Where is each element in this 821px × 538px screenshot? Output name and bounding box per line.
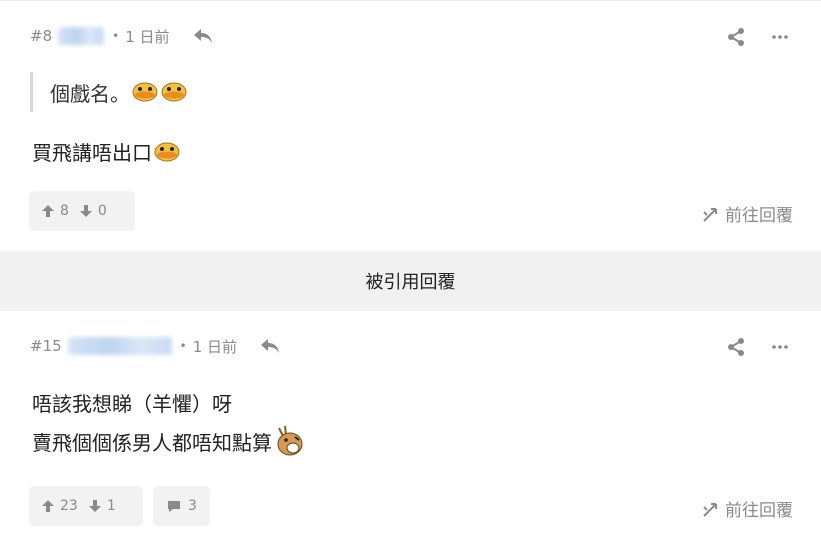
upvote-button[interactable]: 8: [41, 203, 69, 219]
upvote-button[interactable]: 23: [41, 498, 78, 514]
post-content-line: 賣飛個個係男人都唔知點算: [32, 424, 305, 458]
post-number[interactable]: #15: [30, 337, 62, 355]
reply-arrow-icon[interactable]: [192, 26, 214, 46]
post-meta: #15 • 1 日前: [30, 336, 281, 356]
reply-arrow-icon[interactable]: [259, 336, 281, 356]
separator-dot: •: [179, 339, 187, 353]
arrow-down-icon: [88, 500, 101, 512]
vote-box: 23 1: [29, 486, 143, 526]
upvote-count: 23: [60, 498, 78, 514]
duck-face-emoji: [153, 141, 181, 163]
post-actions: [725, 336, 791, 358]
goto-reply-label: 前往回覆: [725, 206, 793, 226]
post-time: 1 日前: [192, 337, 238, 356]
goto-reply-label: 前往回覆: [725, 501, 793, 521]
downvote-count: 0: [97, 203, 107, 219]
share-icon[interactable]: [725, 26, 747, 48]
goto-reply-icon: [703, 502, 717, 517]
downvote-count: 1: [106, 498, 116, 514]
post-content-line: 買飛講唔出口: [32, 137, 181, 166]
username-blurred[interactable]: [58, 27, 105, 45]
comment-bubble-icon: [168, 501, 181, 512]
comments-button[interactable]: 3: [153, 486, 210, 526]
post-time: 1 日前: [125, 27, 170, 46]
quote-text: 個戲名。: [50, 81, 130, 106]
content-text: 賣飛個個係男人都唔知點算: [32, 430, 272, 455]
downvote-button[interactable]: 1: [88, 498, 116, 514]
share-icon[interactable]: [725, 336, 747, 358]
duck-face-emoji: [160, 81, 188, 103]
post-number[interactable]: #8: [30, 27, 52, 45]
quoted-replies-bar[interactable]: 被引用回覆: [0, 251, 821, 311]
arrow-up-icon: [42, 205, 54, 217]
post-meta: #8 • 1 日前: [30, 26, 214, 46]
downvote-button[interactable]: 0: [79, 203, 107, 219]
content-text: 唔該我想睇（羊懼）呀: [32, 392, 232, 416]
more-dots-icon[interactable]: [769, 26, 791, 48]
deer-laugh-emoji: [273, 424, 305, 458]
duck-face-emoji: [131, 81, 159, 103]
post-content-line: 唔該我想睇（羊懼）呀: [32, 388, 232, 417]
post-actions: [725, 26, 791, 48]
vote-box: 8 0: [29, 191, 135, 231]
content-text: 買飛講唔出口: [32, 141, 152, 165]
upvote-count: 8: [60, 203, 69, 219]
post-8: #8 • 1 日前 個戲名。 買飛講唔出口 8 0 前往回覆: [0, 1, 821, 251]
quote-block: 個戲名。: [30, 72, 188, 112]
goto-reply-icon: [703, 207, 717, 222]
goto-reply-link[interactable]: 前往回覆: [702, 201, 793, 226]
more-dots-icon[interactable]: [769, 336, 791, 358]
separator-dot: •: [112, 29, 120, 43]
goto-reply-link[interactable]: 前往回覆: [702, 496, 793, 521]
arrow-up-icon: [42, 500, 54, 512]
arrow-down-icon: [79, 205, 92, 217]
comment-count: 3: [188, 498, 197, 514]
quoted-replies-label: 被引用回覆: [365, 272, 456, 293]
username-blurred[interactable]: [67, 337, 172, 355]
